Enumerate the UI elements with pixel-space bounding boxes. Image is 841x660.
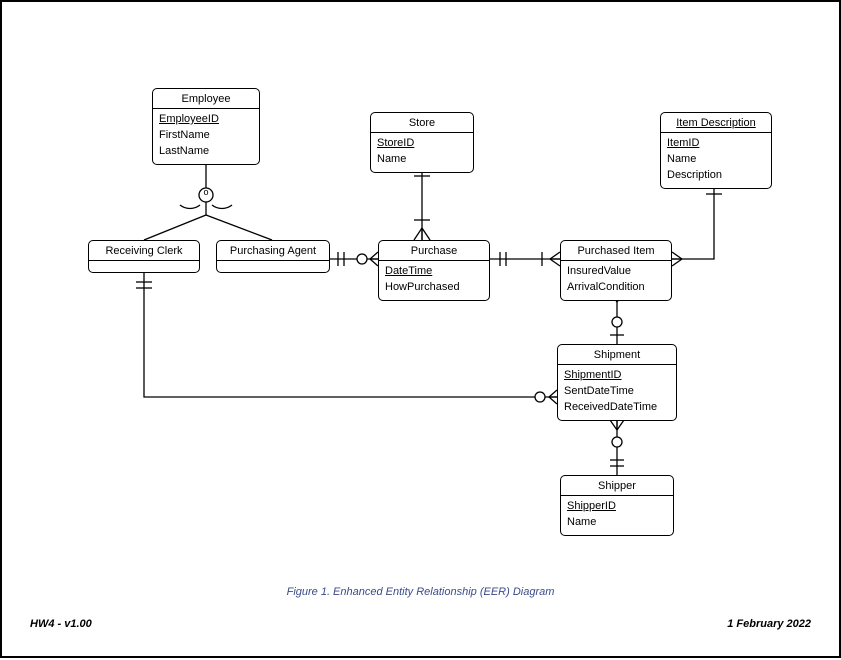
entity-receiving-clerk: Receiving Clerk	[88, 240, 200, 273]
entity-purchasing-agent: Purchasing Agent	[216, 240, 330, 273]
entity-attrs: EmployeeIDFirstNameLastName	[153, 109, 259, 164]
entity-attrs: InsuredValueArrivalCondition	[561, 261, 671, 300]
footer-right: 1 February 2022	[727, 618, 811, 630]
entity-attrs: StoreIDName	[371, 133, 473, 172]
entity-title: Shipment	[558, 345, 676, 365]
entity-shipment: Shipment ShipmentIDSentDateTimeReceivedD…	[557, 344, 677, 421]
document-page: o Employee EmployeeIDFirstNameLastName S…	[0, 0, 841, 658]
entity-shipper: Shipper ShipperIDName	[560, 475, 674, 536]
entity-attrs: ItemIDNameDescription	[661, 133, 771, 188]
entity-item-description: Item Description ItemIDNameDescription	[660, 112, 772, 189]
entity-title: Purchased Item	[561, 241, 671, 261]
connectors-layer	[2, 2, 841, 660]
entity-purchased-item: Purchased Item InsuredValueArrivalCondit…	[560, 240, 672, 301]
entity-title: Store	[371, 113, 473, 133]
entity-store: Store StoreIDName	[370, 112, 474, 173]
isa-overlap-label: o	[201, 187, 211, 197]
entity-title: Employee	[153, 89, 259, 109]
entity-title: Receiving Clerk	[89, 241, 199, 261]
entity-title: Shipper	[561, 476, 673, 496]
entity-attrs	[217, 261, 329, 272]
footer-left: HW4 - v1.00	[30, 618, 92, 630]
entity-title: Purchasing Agent	[217, 241, 329, 261]
entity-title: Item Description	[661, 113, 771, 133]
diagram-canvas: o Employee EmployeeIDFirstNameLastName S…	[2, 2, 839, 656]
entity-attrs: ShipmentIDSentDateTimeReceivedDateTime	[558, 365, 676, 420]
entity-attrs	[89, 261, 199, 272]
entity-employee: Employee EmployeeIDFirstNameLastName	[152, 88, 260, 165]
entity-attrs: ShipperIDName	[561, 496, 673, 535]
entity-purchase: Purchase DateTimeHowPurchased	[378, 240, 490, 301]
entity-attrs: DateTimeHowPurchased	[379, 261, 489, 300]
entity-title: Purchase	[379, 241, 489, 261]
figure-caption: Figure 1. Enhanced Entity Relationship (…	[2, 586, 839, 598]
